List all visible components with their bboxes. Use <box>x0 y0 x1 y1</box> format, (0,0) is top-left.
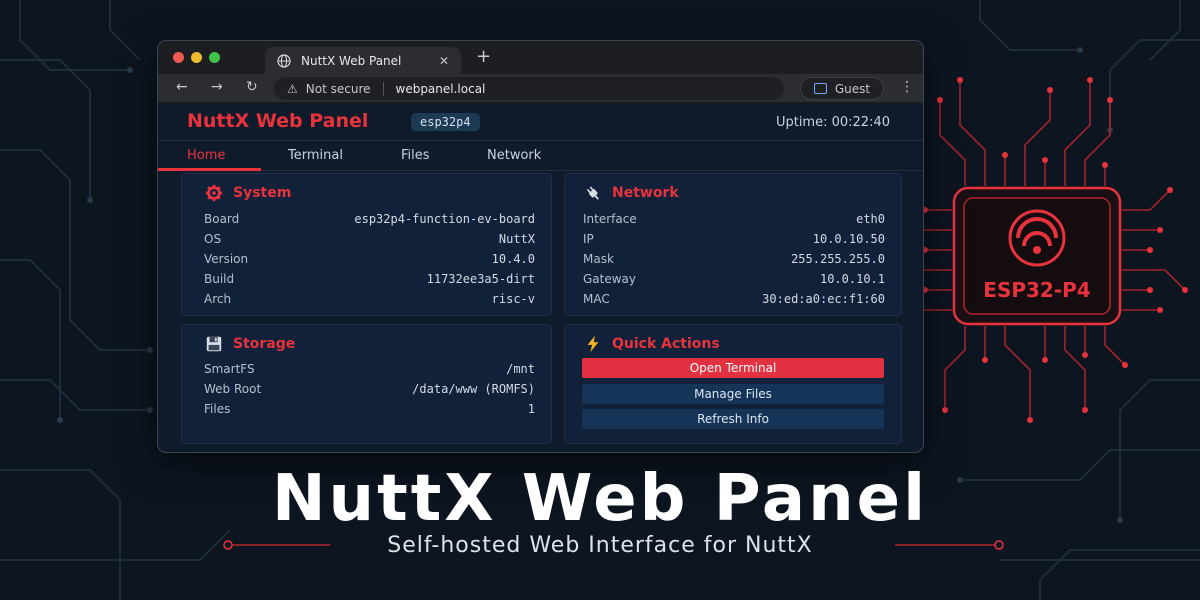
gear-icon <box>205 184 223 202</box>
plug-icon <box>586 186 599 200</box>
row-value: 1 <box>527 402 535 416</box>
storage-row: Files 1 <box>204 399 535 419</box>
url-separator <box>382 81 384 96</box>
refresh-info-button[interactable]: Refresh Info <box>582 409 884 429</box>
row-value: esp32p4-function-ev-board <box>354 212 535 226</box>
storage-row: Web Root/data/www (ROMFS) <box>204 379 535 399</box>
row-key: IP <box>583 232 594 246</box>
system-title-text: System <box>233 185 292 201</box>
system-card: System Board esp32p4-function-ev-board OS… <box>181 173 552 316</box>
row-key: Mask <box>583 252 614 266</box>
chip-graphic <box>952 186 1122 326</box>
nav-network[interactable]: Network <box>487 148 541 163</box>
storage-title-text: Storage <box>233 336 296 352</box>
warning-triangle-icon: ⚠ <box>287 81 298 96</box>
esp32-p4-chip: ESP32-P4 <box>952 186 1122 326</box>
row-key: Arch <box>204 292 232 306</box>
maximize-window-button[interactable] <box>209 52 220 63</box>
system-row: Build 11732ee3a5-dirt <box>204 269 535 289</box>
nav-terminal[interactable]: Terminal <box>288 148 343 163</box>
row-key: OS <box>204 232 222 246</box>
browser-tab[interactable]: NuttX Web Panel ✕ <box>265 47 461 74</box>
system-row: OS NuttX <box>204 229 535 249</box>
manage-files-button[interactable]: Manage Files <box>582 384 884 404</box>
network-row: Interface eth0 <box>583 209 885 229</box>
active-tab-indicator <box>158 168 261 171</box>
floppy-disk-icon <box>206 336 222 352</box>
close-tab-icon[interactable]: ✕ <box>439 54 449 68</box>
network-card-title: Network <box>583 184 679 202</box>
row-value: 30:ed:a0:ec:f1:60 <box>762 292 885 306</box>
browser-window: NuttX Web Panel ✕ + ← → ↻ ⚠ Not secure w… <box>157 40 924 453</box>
profile-button[interactable]: Guest <box>800 77 884 100</box>
board-chip: esp32p4 <box>411 113 480 131</box>
storage-row: SmartFS/mnt <box>204 359 535 379</box>
quick-actions-card-title: Quick Actions <box>583 335 720 353</box>
storage-card: Storage SmartFS/mnt Web Root/data/www (R… <box>181 324 552 444</box>
forward-arrow-icon[interactable]: → <box>211 79 223 95</box>
tab-title: NuttX Web Panel <box>301 53 402 68</box>
system-row: Arch risc-v <box>204 289 535 309</box>
row-value: risc-v <box>491 292 535 306</box>
chip-label: ESP32-P4 <box>983 278 1091 302</box>
minimize-window-button[interactable] <box>191 52 202 63</box>
quick-actions-title-text: Quick Actions <box>612 336 720 352</box>
row-value: /data/www (ROMFS) <box>412 382 535 396</box>
hero-title: NuttX Web Panel <box>271 462 929 536</box>
row-value: eth0 <box>856 212 885 226</box>
network-row: MAC 30:ed:a0:ec:f1:60 <box>583 289 885 309</box>
row-key: Build <box>204 272 235 286</box>
reload-icon[interactable]: ↻ <box>246 79 258 95</box>
row-value: 10.0.10.1 <box>819 272 885 286</box>
close-window-button[interactable] <box>173 52 184 63</box>
row-value: 255.255.255.0 <box>791 252 885 266</box>
hero-subtitle: Self-hosted Web Interface for NuttX <box>387 533 813 558</box>
main-nav: Home Terminal Files Network <box>158 141 923 171</box>
system-row: Version 10.4.0 <box>204 249 535 269</box>
row-key: Gateway <box>583 272 637 286</box>
open-terminal-button[interactable]: Open Terminal <box>582 358 884 378</box>
network-row: Gateway 10.0.10.1 <box>583 269 885 289</box>
app-title: NuttX Web Panel <box>187 110 369 132</box>
row-value: 10.4.0 <box>491 252 535 266</box>
system-row: Board esp32p4-function-ev-board <box>204 209 535 229</box>
row-value: /mnt <box>506 362 535 376</box>
app-header: NuttX Web Panel esp32p4 Uptime: 00:22:40 <box>158 103 923 141</box>
row-key: Board <box>204 212 240 226</box>
lightning-icon <box>587 335 599 353</box>
storage-card-title: Storage <box>204 335 295 353</box>
url-text: webpanel.local <box>395 81 486 96</box>
network-row: IP 10.0.10.50 <box>583 229 885 249</box>
network-card: Network Interface eth0 IP 10.0.10.50 Mask 2… <box>564 173 902 316</box>
row-value: 11732ee3a5-dirt <box>426 272 535 286</box>
nav-files[interactable]: Files <box>401 148 430 163</box>
row-value: 10.0.10.50 <box>812 232 885 246</box>
row-key: Interface <box>583 212 637 226</box>
address-bar: ← → ↻ ⚠ Not secure webpanel.local Guest … <box>158 74 923 103</box>
row-key: MAC <box>583 292 610 306</box>
network-row: Mask 255.255.255.0 <box>583 249 885 269</box>
row-key: Web Root <box>204 382 262 396</box>
row-key: Files <box>204 402 231 416</box>
new-tab-button[interactable]: + <box>476 46 491 67</box>
globe-icon <box>277 53 291 68</box>
back-arrow-icon[interactable]: ← <box>176 79 188 95</box>
nav-home[interactable]: Home <box>187 148 225 163</box>
url-field[interactable]: ⚠ Not secure webpanel.local <box>274 77 784 100</box>
system-card-title: System <box>204 184 291 202</box>
menu-kebab-icon[interactable]: ⋮ <box>900 79 914 95</box>
quick-actions-card: Quick Actions Open Terminal Manage Files… <box>564 324 902 444</box>
tab-bar: NuttX Web Panel ✕ + <box>158 41 923 74</box>
row-key: Version <box>204 252 249 266</box>
uptime-label: Uptime: 00:22:40 <box>775 115 890 130</box>
network-title-text: Network <box>612 185 679 201</box>
security-label: Not secure <box>305 81 371 96</box>
row-key: SmartFS <box>204 362 255 376</box>
row-value: NuttX <box>498 232 535 246</box>
profile-icon <box>813 83 827 94</box>
profile-label: Guest <box>834 81 871 96</box>
